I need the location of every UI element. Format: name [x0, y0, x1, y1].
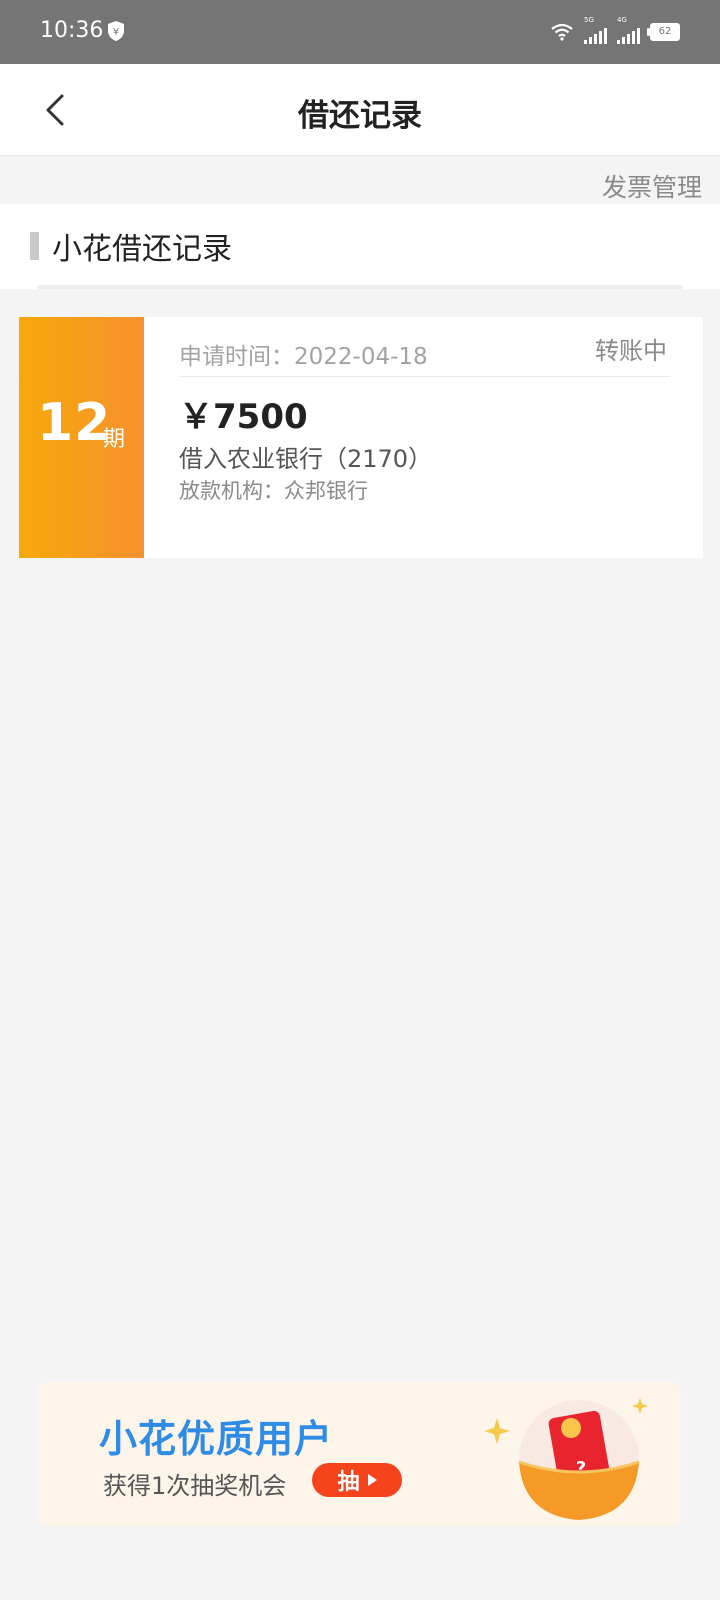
lender-institution: 放款机构：众邦银行: [179, 479, 368, 503]
promo-title: 小花优质用户: [99, 1417, 334, 1461]
svg-text:¥: ¥: [113, 27, 119, 38]
page-title: 借还记录: [298, 98, 422, 134]
status-icons: 5G 4G 62: [550, 16, 680, 44]
red-envelope-bowl-icon: ?: [484, 1398, 648, 1520]
network-label-5g: 5G: [584, 16, 594, 24]
term-badge: 12 期: [19, 317, 144, 558]
section-accent-bar: [30, 232, 39, 260]
status-bar: 10:36 ¥ 5G 4G 62: [0, 0, 720, 64]
apply-time: 申请时间：2022-04-18: [179, 344, 428, 370]
status-badge: 转账中: [595, 337, 667, 365]
card-divider: [179, 376, 670, 377]
draw-button-label: 抽: [337, 1470, 360, 1495]
signal-5g-icon: 5G: [584, 16, 607, 44]
section-header: 小花借还记录: [0, 204, 720, 289]
wifi-icon: [551, 23, 573, 41]
header: 借还记录: [0, 64, 720, 156]
section-title: 小花借还记录: [52, 232, 232, 267]
promo-subtitle: 获得1次抽奖机会: [103, 1472, 287, 1500]
draw-button[interactable]: 抽: [312, 1463, 402, 1497]
network-label-4g: 4G: [617, 16, 627, 24]
term-unit: 期: [103, 427, 126, 452]
loan-amount: ￥7500: [179, 397, 308, 437]
status-time: 10:36: [40, 18, 104, 43]
shield-yen-icon: ¥: [108, 21, 124, 41]
lottery-promo-banner[interactable]: 小花优质用户 获得1次抽奖机会 抽 ?: [37, 1382, 681, 1526]
term-number: 12: [37, 393, 112, 453]
battery-level: 62: [658, 26, 672, 37]
invoice-management-link[interactable]: 发票管理: [602, 168, 702, 204]
section-divider: [38, 285, 682, 289]
battery-icon: 62: [647, 23, 680, 41]
play-arrow-icon: [367, 1474, 377, 1486]
bank-account: 借入农业银行（2170）: [179, 445, 433, 473]
signal-4g-icon: 4G: [617, 16, 640, 44]
loan-record-card[interactable]: 12 期 申请时间：2022-04-18 转账中 ￥7500 借入农业银行（21…: [19, 317, 703, 558]
